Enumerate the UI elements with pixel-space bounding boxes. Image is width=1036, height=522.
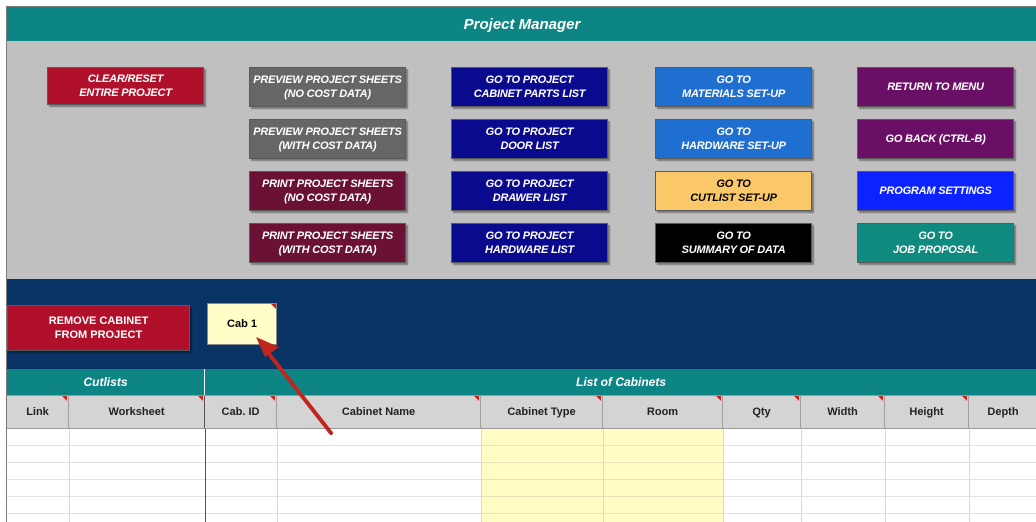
arrow-pointer-icon xyxy=(256,337,333,435)
project-manager-window: Project Manager CLEAR/RESET ENTIRE PROJE… xyxy=(6,6,1036,522)
